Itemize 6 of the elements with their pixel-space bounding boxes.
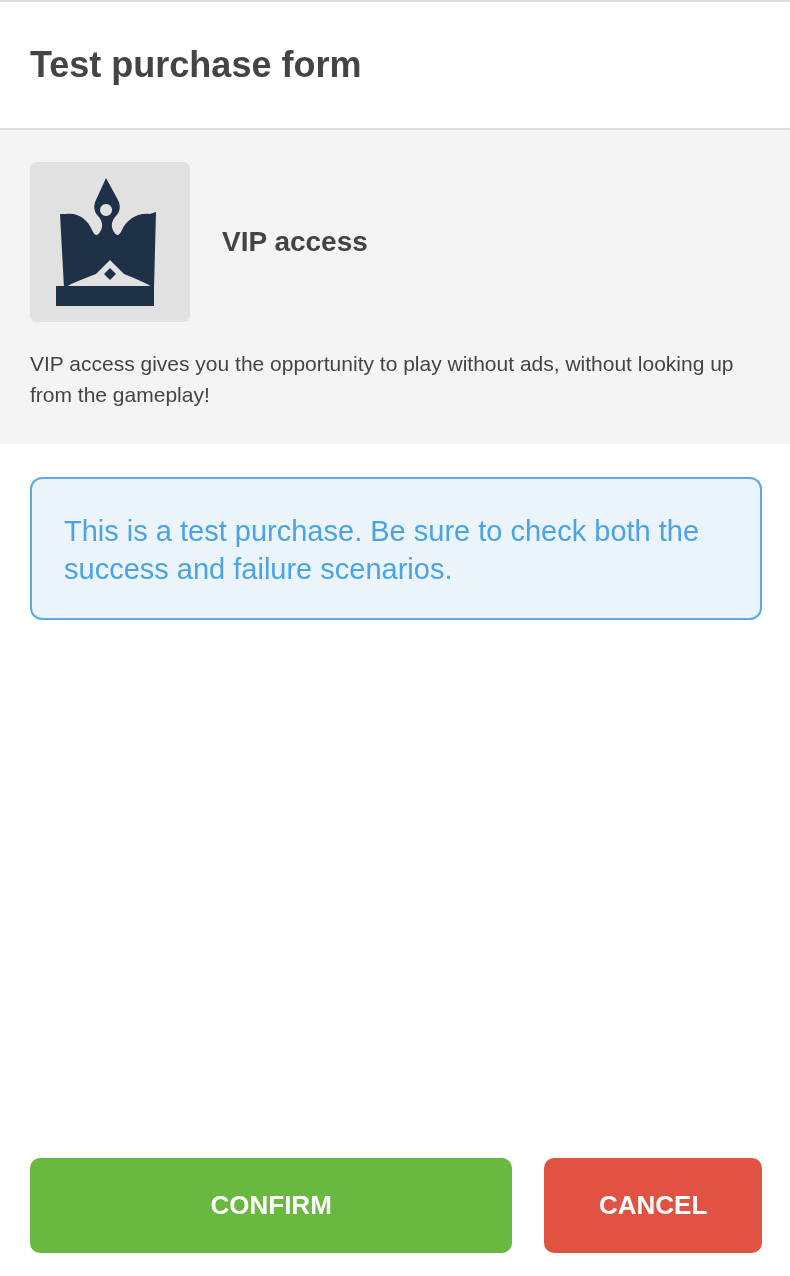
cancel-button[interactable]: CANCEL	[544, 1158, 762, 1253]
confirm-button[interactable]: CONFIRM	[30, 1158, 513, 1253]
product-description: VIP access gives you the opportunity to play without ads, without looking up from the gameplay!	[30, 351, 735, 408]
test-notice: This is a test purchase. Be sure to check both the success and failure scenarios.	[30, 477, 762, 620]
product-name: VIP access	[222, 226, 368, 258]
form-title: Test purchase form	[30, 44, 362, 86]
